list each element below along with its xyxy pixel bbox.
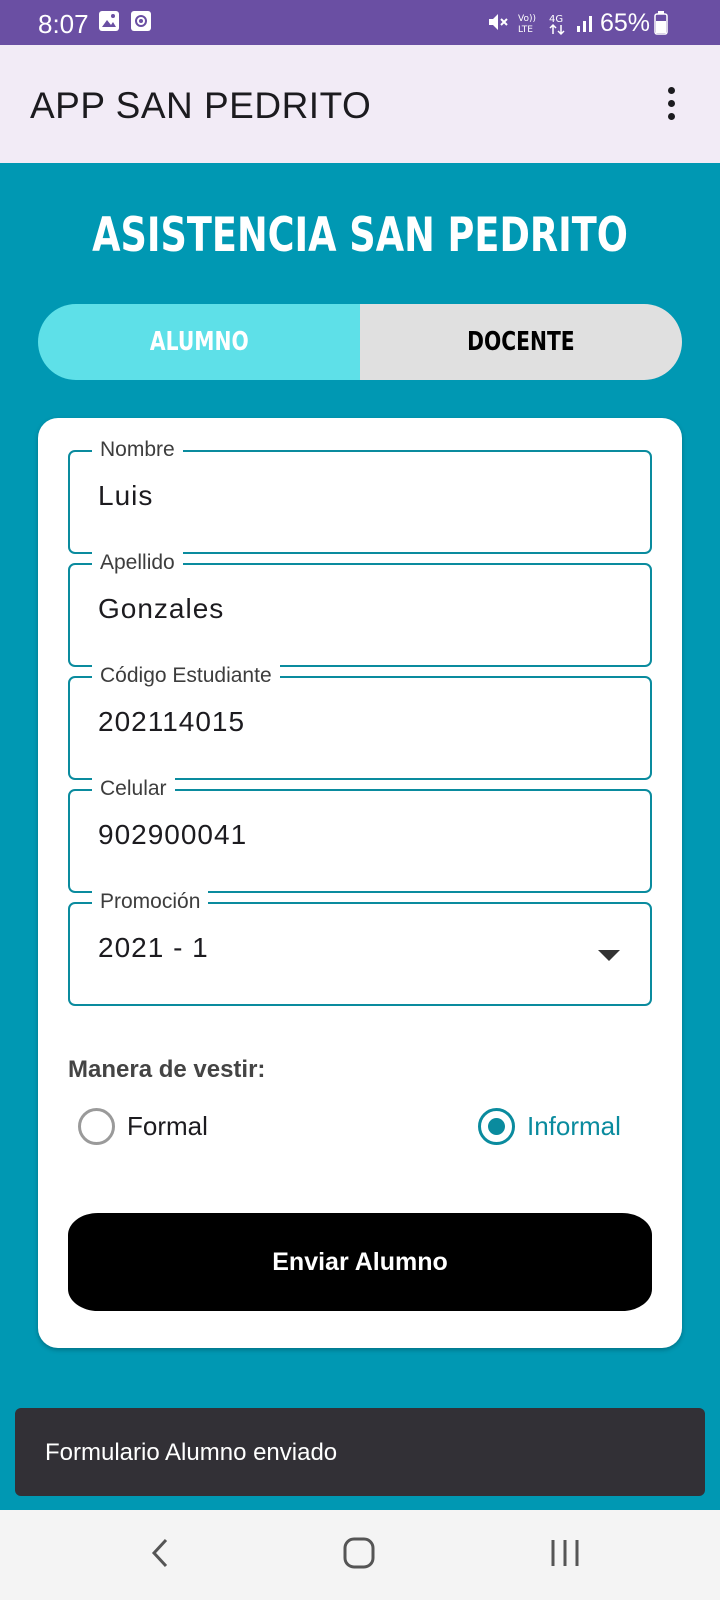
celular-field: Celular bbox=[68, 777, 652, 893]
codigo-label: Código Estudiante bbox=[92, 664, 280, 688]
codigo-input[interactable] bbox=[98, 706, 578, 738]
recents-icon[interactable] bbox=[548, 1536, 582, 1575]
apellido-label: Apellido bbox=[92, 551, 183, 575]
battery-icon bbox=[654, 11, 668, 40]
nombre-field: Nombre bbox=[68, 438, 652, 554]
enviar-alumno-button[interactable]: Enviar Alumno bbox=[68, 1213, 652, 1311]
back-icon[interactable] bbox=[148, 1536, 172, 1575]
radio-formal-icon[interactable] bbox=[78, 1108, 115, 1145]
dropdown-arrow-icon[interactable] bbox=[598, 950, 620, 961]
more-vert-icon[interactable] bbox=[664, 87, 678, 123]
status-time: 8:07 bbox=[38, 9, 89, 39]
mute-icon bbox=[486, 10, 510, 39]
battery-level: 65% bbox=[599, 9, 650, 37]
home-icon[interactable] bbox=[342, 1536, 376, 1575]
promocion-value[interactable] bbox=[98, 932, 578, 964]
nombre-label: Nombre bbox=[92, 438, 183, 462]
nombre-input[interactable] bbox=[98, 480, 578, 512]
screen-record-icon bbox=[130, 10, 152, 37]
radio-informal-label: Informal bbox=[527, 1111, 621, 1141]
svg-text:4G: 4G bbox=[549, 14, 563, 25]
tab-switcher: ALUMNO DOCENTE bbox=[38, 304, 682, 380]
celular-input[interactable] bbox=[98, 819, 578, 851]
promocion-label: Promoción bbox=[92, 890, 209, 914]
tab-alumno[interactable]: ALUMNO bbox=[38, 304, 360, 380]
page-title: ASISTENCIA SAN PEDRITO bbox=[92, 208, 628, 263]
tab-alumno-label: ALUMNO bbox=[149, 327, 249, 357]
celular-label: Celular bbox=[92, 777, 175, 801]
dress-label: Manera de vestir: bbox=[68, 1056, 266, 1083]
snackbar: Formulario Alumno enviado bbox=[15, 1408, 705, 1496]
svg-text:LTE: LTE bbox=[518, 25, 533, 34]
form-card: Nombre Apellido Código Estudiante Celula… bbox=[38, 418, 682, 1348]
apellido-field: Apellido bbox=[68, 551, 652, 667]
radio-formal-label: Formal bbox=[127, 1111, 208, 1141]
nav-bar bbox=[0, 1510, 720, 1600]
radio-informal[interactable]: Informal bbox=[478, 1108, 621, 1145]
svg-text:Vo)): Vo)) bbox=[518, 14, 536, 24]
apellido-input[interactable] bbox=[98, 593, 578, 625]
app-title: APP SAN PEDRITO bbox=[30, 85, 372, 126]
app-bar: APP SAN PEDRITO bbox=[0, 45, 720, 163]
tab-docente-label: DOCENTE bbox=[467, 327, 575, 357]
radio-informal-icon[interactable] bbox=[478, 1108, 515, 1145]
signal-icon bbox=[575, 10, 597, 39]
radio-formal[interactable]: Formal bbox=[78, 1108, 208, 1145]
4g-icon: 4G bbox=[548, 12, 568, 41]
codigo-field: Código Estudiante bbox=[68, 664, 652, 780]
promocion-select[interactable]: Promoción bbox=[68, 890, 652, 1006]
image-icon bbox=[98, 10, 120, 37]
status-bar: 8:07 Vo)) LTE 4G 65% bbox=[0, 0, 720, 45]
volte-icon: Vo)) LTE bbox=[516, 12, 542, 39]
tab-docente[interactable]: DOCENTE bbox=[360, 304, 682, 380]
